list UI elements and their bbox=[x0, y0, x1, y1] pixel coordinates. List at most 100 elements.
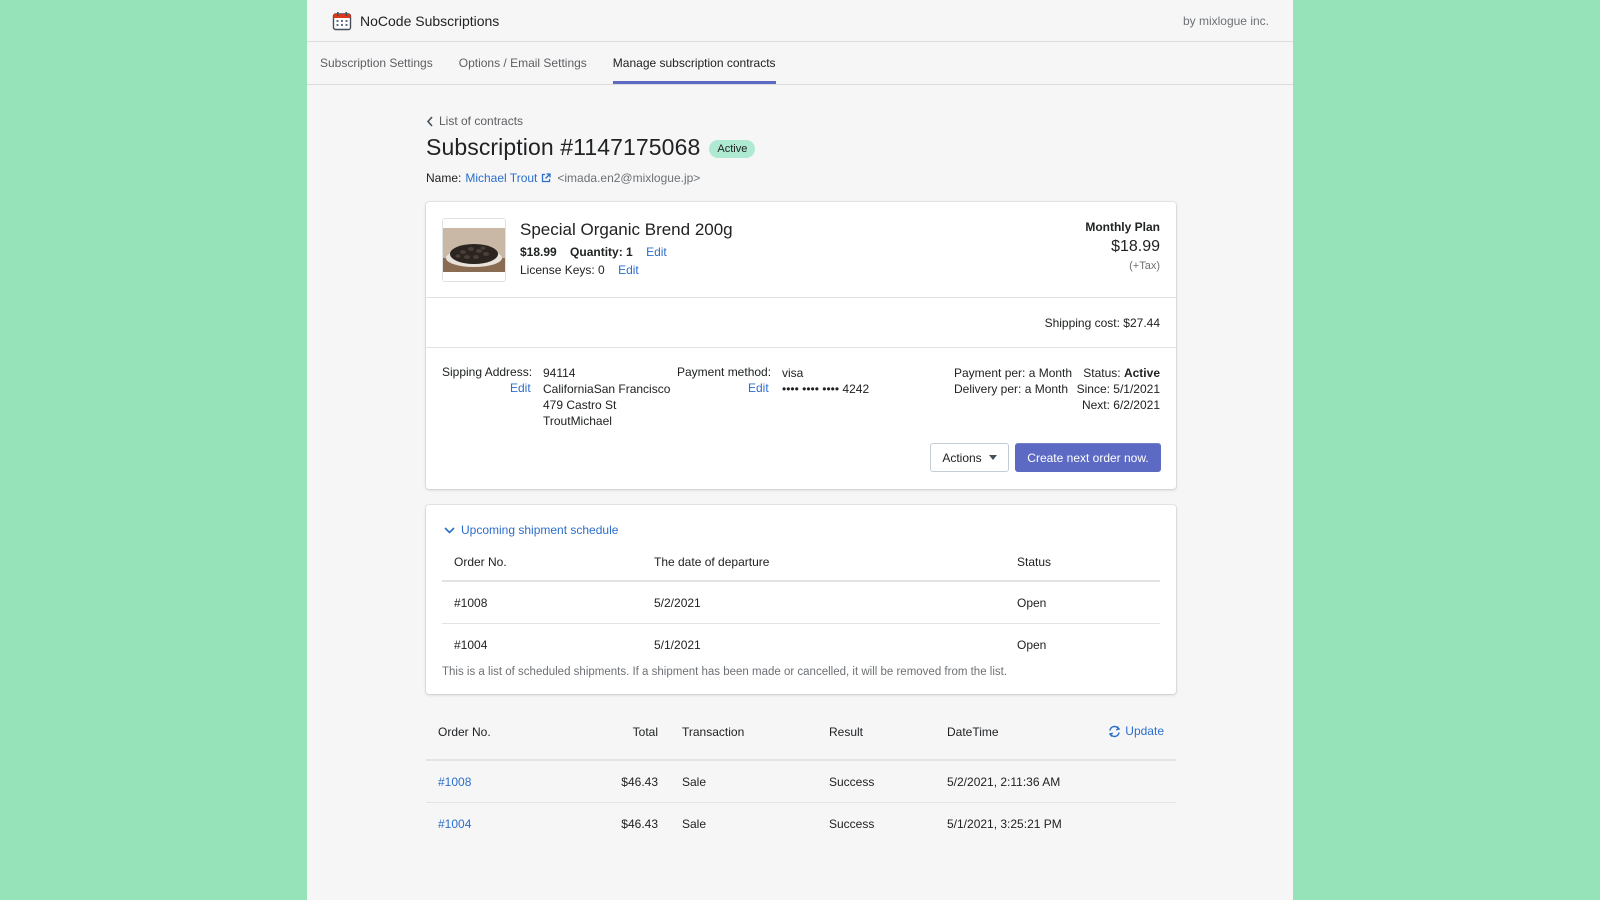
chevron-down-icon bbox=[444, 526, 455, 534]
tab-manage-contracts[interactable]: Manage subscription contracts bbox=[612, 42, 776, 84]
caret-down-icon bbox=[988, 455, 997, 460]
address-label: Sipping Address: bbox=[442, 365, 533, 379]
payment-block: visa •••• •••• •••• 4242 bbox=[782, 365, 869, 397]
product-section: Special Organic Brend 200g $18.99 Quanti… bbox=[426, 202, 1176, 298]
order-datetime: 5/2/2021, 2:11:36 AM bbox=[935, 759, 1176, 803]
plan-summary: Monthly Plan $18.99 (+Tax) bbox=[1085, 218, 1160, 281]
status-badge: Active bbox=[709, 140, 756, 158]
shipment-schedule-card: Upcoming shipment schedule Order No. The… bbox=[426, 505, 1176, 694]
status-label: Status: bbox=[1083, 366, 1121, 380]
refresh-icon bbox=[1109, 725, 1121, 737]
app-title: NoCode Subscriptions bbox=[360, 12, 500, 29]
customer-link[interactable]: Michael Trout bbox=[465, 171, 552, 185]
vendor-label: by mixlogue inc. bbox=[1182, 13, 1269, 28]
column-header: Transaction bbox=[670, 711, 817, 761]
order-transaction: Sale bbox=[670, 759, 817, 803]
payment-label: Payment method: bbox=[677, 365, 772, 379]
tab-bar: Subscription Settings Options / Email Se… bbox=[307, 42, 1293, 85]
departure-date: 5/2/2021 bbox=[642, 581, 1005, 624]
edit-payment-link[interactable]: Edit bbox=[748, 381, 769, 395]
edit-quantity-link[interactable]: Edit bbox=[646, 245, 667, 259]
page-title: Subscription #1147175068 bbox=[426, 134, 701, 160]
external-link-icon bbox=[542, 173, 552, 183]
address-block: 94114 CaliforniaSan Francisco 479 Castro… bbox=[543, 365, 670, 429]
order-datetime: 5/1/2021, 3:25:21 PM bbox=[947, 816, 1062, 831]
tab-options-email-settings[interactable]: Options / Email Settings bbox=[459, 42, 587, 84]
order-total: $46.43 bbox=[621, 816, 658, 831]
shipping-cost: Shipping cost: $27.44 bbox=[426, 298, 1176, 348]
customer-row: Name: Michael Trout <imada.en2@mixlogue.… bbox=[426, 171, 1176, 185]
order-result: Success bbox=[829, 816, 875, 831]
card-brand: visa bbox=[782, 366, 804, 380]
orders-table: Order No. Total Transaction Result DateT… bbox=[426, 711, 1176, 844]
contract-details: Sipping Address: Edit 94114 CaliforniaSa… bbox=[426, 348, 1176, 489]
edit-address-link[interactable]: Edit bbox=[510, 381, 531, 395]
back-link[interactable]: List of contracts bbox=[426, 114, 1176, 128]
shipment-status: Open bbox=[1017, 638, 1047, 652]
name-label: Name: bbox=[426, 171, 462, 185]
column-header: Result bbox=[817, 711, 935, 761]
table-header-row: Order No. Total Transaction Result DateT… bbox=[426, 711, 1176, 761]
create-next-order-button[interactable]: Create next order now. bbox=[1015, 443, 1161, 472]
product-image bbox=[442, 218, 506, 282]
card-number: •••• •••• •••• 4242 bbox=[782, 382, 870, 396]
column-header: Order No. bbox=[426, 711, 570, 761]
subscription-card: Special Organic Brend 200g $18.99 Quanti… bbox=[426, 202, 1176, 489]
table-row: #1004 5/1/2021 Open bbox=[442, 624, 1160, 666]
tab-subscription-settings[interactable]: Subscription Settings bbox=[320, 42, 433, 84]
table-header-row: Order No. The date of departure Status bbox=[442, 545, 1160, 582]
column-header: Total bbox=[570, 711, 670, 761]
payment-frequency: Payment per: a Month bbox=[954, 366, 1073, 380]
app-window: NoCode Subscriptions by mixlogue inc. Su… bbox=[307, 0, 1293, 900]
customer-email: <imada.en2@mixlogue.jp> bbox=[557, 171, 701, 185]
license-keys: License Keys: 0 bbox=[520, 263, 605, 277]
customer-name: Michael Trout bbox=[465, 171, 538, 185]
status-block: Status: Active Since: 5/1/2021 Next: 6/2… bbox=[1077, 365, 1160, 413]
schedule-toggle[interactable]: Upcoming shipment schedule bbox=[444, 523, 1160, 537]
license-row: License Keys: 0 Edit bbox=[520, 263, 733, 277]
plan-name: Monthly Plan bbox=[1085, 220, 1160, 234]
frequency-block: Payment per: a Month Delivery per: a Mon… bbox=[954, 365, 1072, 397]
back-link-label: List of contracts bbox=[439, 114, 524, 128]
column-header: Order No. bbox=[442, 545, 642, 582]
schedule-table: Order No. The date of departure Status #… bbox=[442, 545, 1160, 665]
plan-tax: (+Tax) bbox=[1129, 260, 1160, 272]
departure-date: 5/1/2021 bbox=[654, 638, 701, 652]
chevron-left-icon bbox=[426, 115, 433, 127]
column-header: DateTime bbox=[935, 711, 1053, 761]
update-button[interactable]: Update bbox=[1108, 724, 1164, 738]
address-line: TroutMichael bbox=[543, 414, 612, 428]
update-label: Update bbox=[1125, 724, 1164, 738]
top-bar: NoCode Subscriptions by mixlogue inc. bbox=[307, 0, 1293, 42]
status-row: Status: Active bbox=[1077, 365, 1160, 381]
schedule-toggle-label: Upcoming shipment schedule bbox=[461, 523, 619, 537]
since-date: Since: 5/1/2021 bbox=[1076, 382, 1160, 396]
shipment-status: Open bbox=[1005, 581, 1160, 624]
order-total: $46.43 bbox=[570, 759, 670, 803]
schedule-note: This is a list of scheduled shipments. I… bbox=[442, 666, 1008, 678]
table-row: #1008 5/2/2021 Open bbox=[442, 581, 1160, 624]
product-price: $18.99 bbox=[520, 245, 557, 259]
address-line: CaliforniaSan Francisco bbox=[543, 382, 671, 396]
product-info: Special Organic Brend 200g $18.99 Quanti… bbox=[520, 218, 733, 281]
main-content: List of contracts Subscription #11471750… bbox=[426, 85, 1176, 844]
calendar-icon bbox=[332, 11, 352, 30]
address-line: 94114 bbox=[543, 366, 576, 380]
product-quantity: Quantity: 1 bbox=[570, 245, 633, 259]
delivery-frequency: Delivery per: a Month bbox=[954, 382, 1069, 396]
table-row: #1004 $46.43 Sale Success 5/1/2021, 3:25… bbox=[426, 802, 1176, 844]
update-cell: Update bbox=[1052, 711, 1176, 761]
order-number: #1008 bbox=[442, 581, 642, 624]
next-date: Next: 6/2/2021 bbox=[1081, 398, 1160, 412]
order-result: Success bbox=[817, 759, 935, 803]
page-header: Subscription #1147175068 Active bbox=[426, 134, 1176, 161]
product-name: Special Organic Brend 200g bbox=[520, 220, 733, 239]
actions-button[interactable]: Actions bbox=[930, 443, 1009, 472]
address-line: 479 Castro St bbox=[543, 398, 617, 412]
table-row: #1008 $46.43 Sale Success 5/2/2021, 2:11… bbox=[426, 759, 1176, 803]
order-link[interactable]: #1008 bbox=[426, 759, 570, 803]
edit-license-link[interactable]: Edit bbox=[618, 263, 639, 277]
product-price-row: $18.99 Quantity: 1 Edit bbox=[520, 245, 733, 259]
status-value: Active bbox=[1123, 366, 1160, 380]
order-link[interactable]: #1004 bbox=[426, 802, 570, 844]
